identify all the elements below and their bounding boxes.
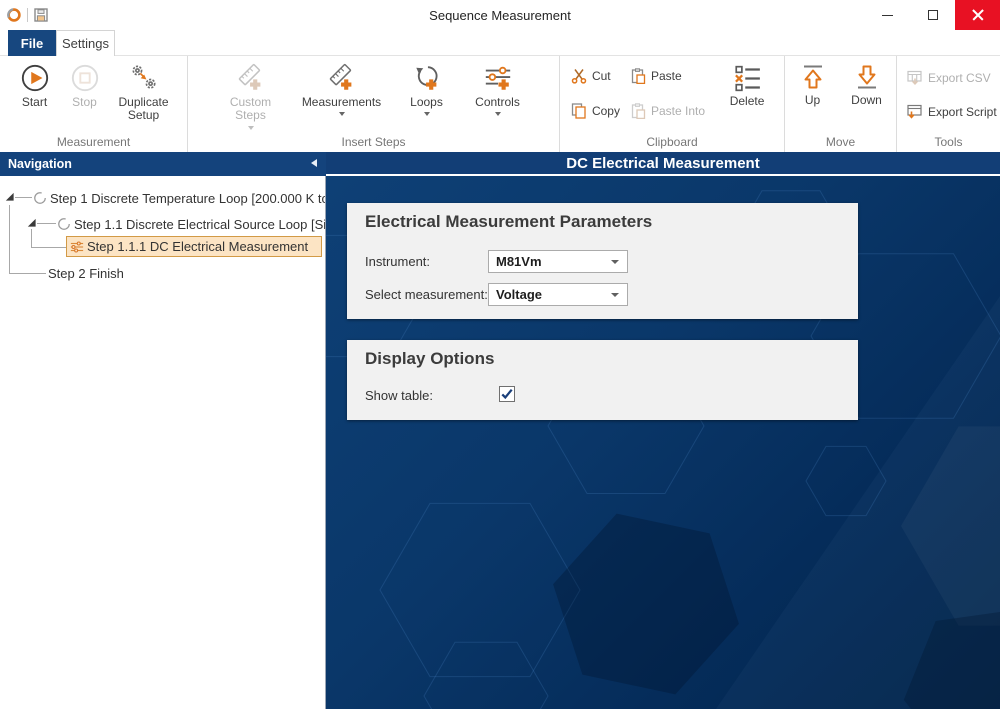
- export-csv-button[interactable]: Export CSV: [907, 67, 991, 89]
- move-up-button[interactable]: Up: [795, 63, 831, 107]
- controls-button[interactable]: Controls: [471, 63, 525, 116]
- tree-item-step1-1-1-selected[interactable]: Step 1.1.1 DC Electrical Measurement: [66, 236, 322, 257]
- measurement-sliders-icon: [70, 240, 84, 254]
- custom-steps-dropdown-caret: [248, 126, 254, 130]
- navigation-tree: Step 1 Discrete Temperature Loop [200.00…: [0, 176, 326, 709]
- paste-icon: [630, 68, 646, 84]
- instrument-dropdown[interactable]: M81Vm: [488, 250, 628, 273]
- paste-button[interactable]: Paste: [630, 65, 705, 87]
- panel-title: Display Options: [365, 349, 494, 369]
- tree-connector: [37, 223, 56, 224]
- group-label-move: Move: [785, 135, 896, 149]
- export-script-button[interactable]: Export Script: [907, 101, 997, 123]
- group-label-insert-steps: Insert Steps: [188, 135, 559, 149]
- custom-steps-icon: [236, 63, 266, 93]
- tab-settings[interactable]: Settings: [56, 30, 115, 56]
- loop-icon: [33, 191, 47, 205]
- move-down-button[interactable]: Down: [847, 63, 887, 107]
- stop-icon: [70, 63, 100, 93]
- ribbon: Start Stop: [0, 56, 1000, 152]
- delete-icon: [734, 65, 761, 92]
- maximize-icon: [928, 10, 938, 20]
- maximize-button[interactable]: [910, 0, 955, 30]
- ribbon-group-measurement: Start Stop: [0, 56, 188, 152]
- controls-dropdown-caret: [495, 112, 501, 116]
- tree-connector: [31, 247, 66, 248]
- group-label-tools: Tools: [897, 135, 1000, 149]
- copy-button[interactable]: Copy: [571, 100, 620, 122]
- close-icon: [972, 9, 984, 21]
- chevron-down-icon: [611, 293, 619, 297]
- panel-title: Electrical Measurement Parameters: [365, 212, 652, 232]
- close-button[interactable]: [955, 0, 1000, 30]
- select-measurement-dropdown[interactable]: Voltage: [488, 283, 628, 306]
- navigation-header: Navigation: [0, 152, 326, 176]
- tree-connector: [31, 229, 32, 247]
- expander-icon[interactable]: [26, 217, 37, 228]
- measurements-button[interactable]: Measurements: [301, 63, 383, 116]
- custom-steps-button[interactable]: Custom Steps: [223, 63, 279, 130]
- display-options-panel: Display Options Show table:: [347, 340, 858, 420]
- loops-icon: [412, 63, 442, 93]
- tree-item-step1[interactable]: Step 1 Discrete Temperature Loop [200.00…: [33, 188, 326, 208]
- show-table-checkbox[interactable]: [499, 386, 515, 402]
- collapse-nav-icon[interactable]: [311, 159, 317, 167]
- group-label-measurement: Measurement: [0, 135, 187, 149]
- cut-button[interactable]: Cut: [571, 65, 620, 87]
- move-down-icon: [853, 63, 881, 91]
- export-script-icon: [907, 104, 923, 120]
- tree-connector: [9, 205, 10, 273]
- chevron-down-icon: [611, 260, 619, 264]
- app-window: Sequence Measurement File Settings: [0, 0, 1000, 709]
- cut-icon: [571, 68, 587, 84]
- loops-button[interactable]: Loops: [405, 63, 449, 116]
- expander-icon[interactable]: [4, 191, 15, 202]
- ribbon-group-move: Up Down Move: [785, 56, 897, 152]
- tree-item-step2[interactable]: Step 2 Finish: [48, 263, 124, 283]
- loop-icon: [57, 217, 71, 231]
- ribbon-group-clipboard: Cut Copy: [560, 56, 785, 152]
- select-measurement-label: Select measurement:: [365, 287, 488, 302]
- minimize-icon: [882, 15, 893, 16]
- move-up-icon: [799, 63, 827, 91]
- start-icon: [20, 63, 50, 93]
- page-title: DC Electrical Measurement: [326, 152, 1000, 176]
- title-bar: Sequence Measurement: [0, 0, 1000, 30]
- tree-connector: [9, 273, 46, 274]
- delete-button[interactable]: Delete: [721, 65, 773, 122]
- measurements-icon: [327, 63, 357, 93]
- tree-item-step1-1[interactable]: Step 1.1 Discrete Electrical Source Loop…: [57, 214, 326, 234]
- tree-connector: [15, 197, 32, 198]
- instrument-label: Instrument:: [365, 254, 430, 269]
- export-csv-icon: [907, 70, 923, 86]
- show-table-label: Show table:: [365, 388, 433, 403]
- tab-file[interactable]: File: [8, 30, 56, 56]
- duplicate-setup-button[interactable]: Duplicate Setup: [113, 63, 175, 123]
- measurements-dropdown-caret: [339, 112, 345, 116]
- ribbon-tab-row: File Settings: [0, 30, 1000, 56]
- ribbon-group-insert-steps: Custom Steps Measurements: [188, 56, 560, 152]
- electrical-measurement-parameters-panel: Electrical Measurement Parameters Instru…: [347, 203, 858, 319]
- window-title: Sequence Measurement: [0, 0, 1000, 30]
- stop-button[interactable]: Stop: [63, 63, 107, 109]
- minimize-button[interactable]: [865, 0, 910, 30]
- ribbon-group-tools: Export CSV Export Script Tools: [897, 56, 1000, 152]
- controls-icon: [483, 63, 513, 93]
- duplicate-setup-icon: [129, 63, 159, 93]
- copy-icon: [571, 103, 587, 119]
- group-label-clipboard: Clipboard: [560, 135, 784, 149]
- loops-dropdown-caret: [424, 112, 430, 116]
- checkmark-icon: [501, 388, 513, 400]
- main-content: Electrical Measurement Parameters Instru…: [326, 176, 1000, 709]
- paste-into-icon: [630, 103, 646, 119]
- start-button[interactable]: Start: [13, 63, 57, 109]
- paste-into-button[interactable]: Paste Into: [630, 100, 705, 122]
